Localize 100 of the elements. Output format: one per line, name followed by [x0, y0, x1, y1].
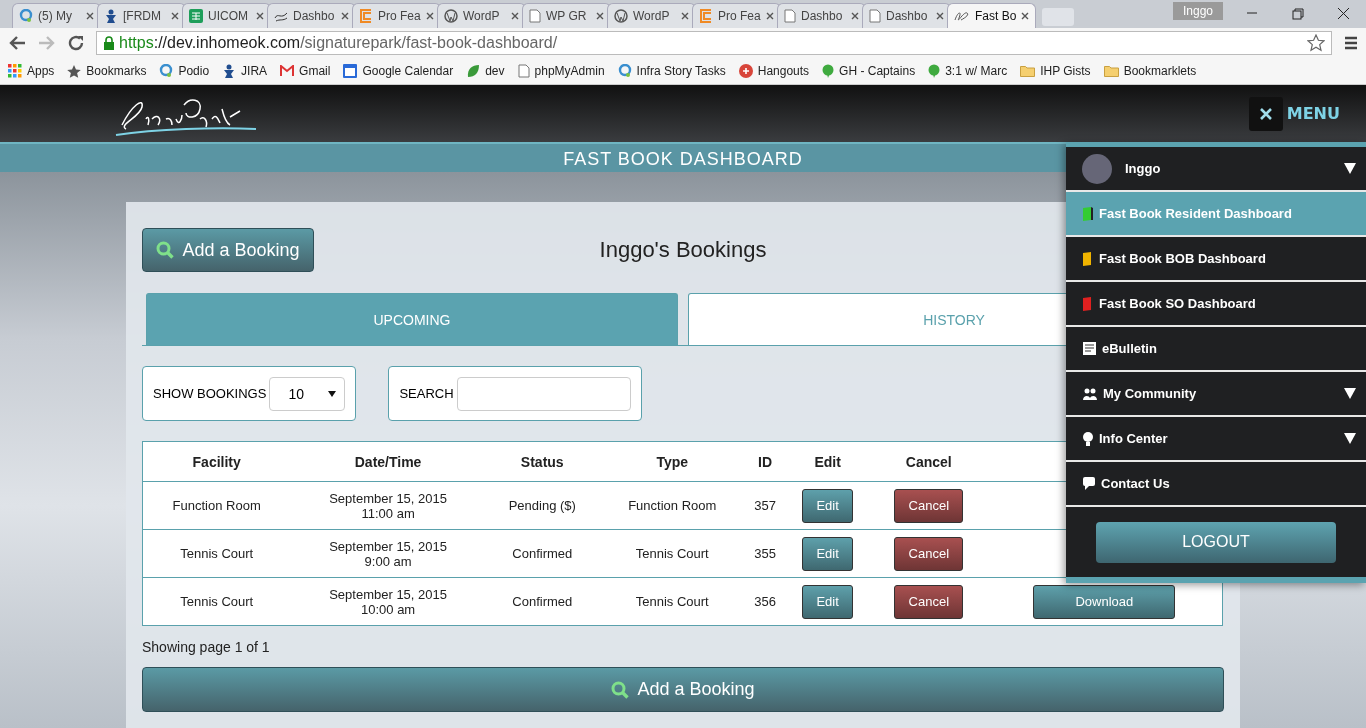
- edit-button[interactable]: Edit: [802, 536, 854, 571]
- folder-icon: [1020, 65, 1036, 77]
- lock-icon: [103, 35, 115, 51]
- bookmark-link[interactable]: Google Calendar: [343, 64, 454, 78]
- close-icon[interactable]: [511, 12, 519, 20]
- bookmark-link[interactable]: Bookmarklets: [1103, 64, 1197, 78]
- bookmark-link[interactable]: dev: [466, 64, 505, 78]
- search-icon: [611, 680, 630, 699]
- bookmark-link[interactable]: Hangouts: [738, 64, 810, 78]
- cancel-button[interactable]: Cancel: [894, 488, 964, 523]
- pin-icon: [617, 64, 632, 78]
- star-icon[interactable]: [1307, 34, 1325, 52]
- edit-button[interactable]: Edit: [802, 584, 854, 619]
- grid-icon: [8, 64, 22, 78]
- menu-item[interactable]: eBulletin: [1066, 327, 1366, 372]
- pin-icon: [19, 9, 33, 23]
- close-icon[interactable]: [766, 12, 774, 20]
- bookmark-link[interactable]: Podio: [159, 64, 210, 78]
- bracket-icon: [699, 9, 713, 23]
- address-field[interactable]: https://dev.inhomeok.com/signaturepark/fast-book-dashboard/: [96, 31, 1332, 55]
- menu-icon[interactable]: [1344, 36, 1358, 50]
- restore-icon[interactable]: [1290, 6, 1304, 20]
- bookmark-link[interactable]: Infra Story Tasks: [617, 64, 726, 78]
- speech-bubble-icon: [928, 64, 941, 78]
- avatar: [1082, 153, 1112, 184]
- add-booking-button[interactable]: Add a Booking: [142, 667, 1224, 712]
- bookmark-link[interactable]: Gmail: [280, 64, 331, 78]
- column-header: Status: [520, 453, 564, 470]
- bookmark-link[interactable]: IHP Gists: [1020, 64, 1091, 78]
- figure-icon: [104, 9, 118, 23]
- back-icon[interactable]: [8, 35, 26, 51]
- cancel-button[interactable]: Cancel: [894, 536, 964, 571]
- download-button[interactable]: Download: [1033, 584, 1176, 619]
- table-cell: 355: [754, 546, 776, 561]
- plus-icon: [738, 64, 753, 78]
- column-header: Type: [656, 453, 689, 470]
- user-menu-item[interactable]: Inggo: [1066, 147, 1366, 192]
- table-cell: Confirmed: [512, 546, 573, 561]
- figure-icon: [222, 64, 237, 78]
- document-icon: [1082, 341, 1097, 356]
- edit-button[interactable]: Edit: [802, 488, 854, 523]
- close-icon[interactable]: [681, 12, 689, 20]
- bracket-icon: [359, 9, 373, 23]
- table-cell: Tennis Court: [635, 546, 709, 561]
- search-field[interactable]: [456, 376, 631, 411]
- search-label: SEARCH: [399, 386, 454, 401]
- url-text: https://dev.inhomeok.com/signaturepark/fast-book-dashboard/: [119, 34, 558, 52]
- search-icon: [156, 241, 175, 259]
- close-icon[interactable]: [171, 12, 179, 20]
- close-icon[interactable]: [1021, 12, 1029, 20]
- logout-button[interactable]: LOGOUT: [1096, 521, 1336, 563]
- reload-icon[interactable]: [68, 35, 84, 51]
- spreadsheet-icon: [189, 9, 203, 23]
- menu-button[interactable]: MENU: [1248, 96, 1340, 131]
- table-cell: Tennis Court: [180, 594, 254, 609]
- browser-tab[interactable]: WordP: [607, 3, 696, 28]
- table-cell: 356: [754, 594, 776, 609]
- wordpress-icon: [614, 9, 628, 23]
- add-booking-button[interactable]: Add a Booking: [142, 228, 314, 272]
- page-size-dropdown[interactable]: 10: [269, 376, 346, 411]
- bookmark-link[interactable]: phpMyAdmin: [517, 64, 605, 78]
- bookmark-link[interactable]: Apps: [8, 64, 55, 78]
- menu-item[interactable]: My Community: [1066, 372, 1366, 417]
- close-icon[interactable]: [851, 12, 859, 20]
- menu-item[interactable]: Fast Book SO Dashboard: [1066, 282, 1366, 327]
- table-cell-text: September 15, 2015 10:00 am: [328, 586, 448, 617]
- table-cell: Tennis Court: [180, 546, 254, 561]
- star-icon: [67, 64, 82, 78]
- close-icon[interactable]: [936, 12, 944, 20]
- bookmark-link[interactable]: JIRA: [222, 64, 268, 78]
- close-icon[interactable]: [1336, 6, 1350, 20]
- bookmark-link[interactable]: Bookmarks: [67, 64, 147, 78]
- table-cell: Tennis Court: [635, 594, 709, 609]
- menu-item[interactable]: Fast Book BOB Dashboard: [1066, 237, 1366, 282]
- menu-item[interactable]: Contact Us: [1066, 462, 1366, 507]
- table-cell: 357: [754, 498, 776, 513]
- column-header: Date/Time: [354, 453, 422, 470]
- menu-item[interactable]: Info Center: [1066, 417, 1366, 462]
- column-header: ID: [758, 453, 773, 470]
- table-cell-text: September 15, 2015 11:00 am: [328, 490, 448, 521]
- wordpress-icon: [444, 9, 458, 23]
- table-cell: Pending ($): [508, 498, 576, 513]
- lightbulb-icon: [1082, 430, 1094, 447]
- browser-tab[interactable]: Fast Bo: [947, 3, 1036, 28]
- people-icon: [1082, 386, 1098, 401]
- close-icon[interactable]: [596, 12, 604, 20]
- cancel-button[interactable]: Cancel: [894, 584, 964, 619]
- envelope-icon: [280, 65, 295, 77]
- table-cell: Function Room: [628, 498, 717, 513]
- close-icon[interactable]: [256, 12, 264, 20]
- bookings-heading: Inggo's Bookings: [599, 237, 767, 263]
- bookmark-link[interactable]: GH - Captains: [822, 64, 916, 78]
- column-header: Facility: [192, 453, 241, 470]
- page-icon: [529, 9, 541, 23]
- close-icon[interactable]: [426, 12, 434, 20]
- close-icon[interactable]: [86, 12, 94, 20]
- speech-bubble-icon: [822, 64, 835, 78]
- bookmark-link[interactable]: 3:1 w/ Marc: [928, 64, 1008, 78]
- scribble-icon: [954, 9, 970, 23]
- close-icon[interactable]: [341, 12, 349, 20]
